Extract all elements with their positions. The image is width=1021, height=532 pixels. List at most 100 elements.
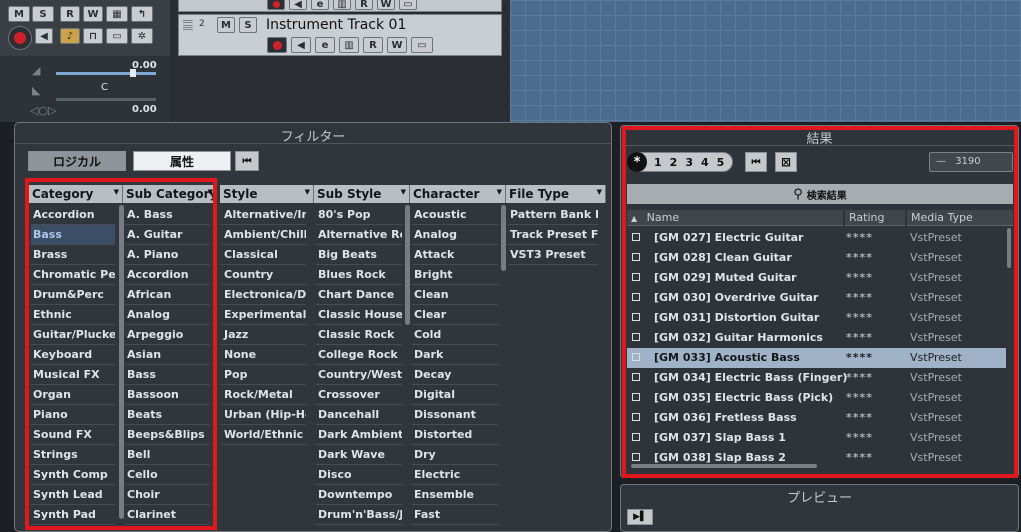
chevron-down-icon[interactable]: ▼ (597, 188, 602, 196)
list-item[interactable]: Ensemble (412, 485, 498, 505)
tab-logical[interactable]: ロジカル (28, 151, 126, 171)
list-item[interactable]: Dancehall (316, 405, 402, 425)
list-item[interactable]: Chart Dance (316, 285, 402, 305)
list-item[interactable]: Electronica/Dance (222, 285, 306, 305)
volume-slider[interactable] (56, 72, 156, 75)
list-item[interactable]: Pattern Bank File (508, 205, 598, 225)
read-button[interactable]: R (355, 0, 373, 10)
mute-button[interactable]: M (217, 17, 235, 33)
read-button[interactable]: R (363, 37, 383, 53)
list-item[interactable]: Crossover (316, 385, 402, 405)
write-button[interactable]: W (387, 37, 407, 53)
list-item[interactable]: None (222, 345, 306, 365)
list-item[interactable]: Dissonant (412, 405, 498, 425)
solo-button[interactable]: S (32, 6, 54, 22)
list-item[interactable]: Alternative Rock (316, 225, 402, 245)
mute-button[interactable]: M (8, 6, 30, 22)
list-item[interactable]: Clean (412, 285, 498, 305)
keys-icon[interactable]: ▥ (333, 0, 351, 10)
column-header[interactable]: Character (410, 185, 506, 203)
reset-filter-button[interactable]: ⏮ (235, 151, 259, 171)
list-item[interactable]: Blues Rock (316, 265, 402, 285)
list-item[interactable]: Urban (Hip-Hop / R (222, 405, 306, 425)
list-item[interactable]: Country/Western (316, 365, 402, 385)
solo-button[interactable]: S (239, 17, 257, 33)
list-item[interactable]: Jazz (222, 325, 306, 345)
track-name[interactable]: Instrument Track 01 (266, 17, 406, 33)
volume-icon: ◢ (32, 64, 41, 77)
column-header[interactable]: Style (220, 185, 314, 203)
list-item[interactable]: Acoustic (412, 205, 498, 225)
lock-icon[interactable]: ⊓ (83, 28, 103, 44)
volume-value: 0.00 (132, 60, 157, 71)
list-item[interactable]: Downtempo (316, 485, 402, 505)
speaker-icon[interactable]: ♪ (60, 28, 80, 44)
edit-icon[interactable]: ↰ (131, 6, 153, 22)
list-item[interactable]: Dark Ambient (316, 425, 402, 445)
arrange-grid[interactable] (510, 0, 1021, 122)
list-item[interactable]: Country (222, 265, 306, 285)
edit-icon[interactable]: e (311, 0, 329, 10)
list-item[interactable]: Alternative/Indie (222, 205, 306, 225)
list-item[interactable]: Fast (412, 505, 498, 525)
list-item[interactable]: Electric (412, 465, 498, 485)
list-item[interactable]: Track Preset File (508, 225, 598, 245)
list-item[interactable]: Dark Wave (316, 445, 402, 465)
grid-icon[interactable]: ▦ (106, 6, 128, 22)
gear-icon[interactable]: ✲ (131, 28, 153, 44)
column-header[interactable]: Sub Style (314, 185, 410, 203)
record-button[interactable] (267, 37, 287, 53)
track-number: 2 (199, 19, 205, 29)
list-item[interactable]: Drum'n'Bass/Jun (316, 505, 402, 525)
chevron-down-icon[interactable]: ▼ (401, 188, 406, 196)
edit-button[interactable]: e (315, 37, 335, 53)
monitor-icon[interactable]: ◀ (289, 0, 307, 10)
list-item[interactable]: Disco (316, 465, 402, 485)
scrollbar[interactable] (501, 205, 506, 271)
read-button[interactable]: R (60, 6, 80, 22)
list-item[interactable]: VST3 Preset (508, 245, 598, 265)
list-item[interactable]: Dry (412, 445, 498, 465)
list-item[interactable]: Clear (412, 305, 498, 325)
list-item[interactable]: 80's Pop (316, 205, 402, 225)
list-item[interactable]: Dark (412, 345, 498, 365)
list-item[interactable]: Distorted (412, 425, 498, 445)
list-item[interactable]: Ambient/ChillOut (222, 225, 306, 245)
list-item[interactable]: Digital (412, 385, 498, 405)
monitor-icon[interactable]: ◀ (291, 37, 311, 53)
channel-controls: ◢ 0.00 ◣ C ◁○▷ 0.00 (0, 56, 170, 122)
list-item[interactable]: Analog (412, 225, 498, 245)
play-icon[interactable]: ▶▌ (627, 509, 653, 525)
scrollbar[interactable] (405, 205, 410, 325)
list-item[interactable]: Attack (412, 245, 498, 265)
list-item[interactable]: Classical (222, 245, 306, 265)
list-item[interactable]: Cold (412, 325, 498, 345)
list-item[interactable]: World/Ethnic (222, 425, 306, 445)
track-row[interactable]: 𝄚 2 M S Instrument Track 01 ◀ e ▥ R W ▭ (178, 14, 502, 56)
track-row[interactable]: ◀ e ▥ R W ▭ (178, 0, 502, 12)
record-button[interactable] (8, 26, 32, 50)
list-item[interactable]: Rock/Metal (222, 385, 306, 405)
lanes-icon[interactable]: ▭ (399, 0, 417, 10)
list-item[interactable]: Experimental (222, 305, 306, 325)
lanes-icon[interactable]: ▭ (411, 37, 433, 53)
write-button[interactable]: W (377, 0, 395, 10)
list-item[interactable]: Pop (222, 365, 306, 385)
chevron-down-icon[interactable]: ▼ (497, 188, 502, 196)
list-item[interactable]: Bright (412, 265, 498, 285)
list-item[interactable]: Classic Rock (316, 325, 402, 345)
list-item[interactable]: College Rock (316, 345, 402, 365)
lanes-icon[interactable]: ▭ (106, 28, 128, 44)
keys-icon[interactable]: ▥ (339, 37, 359, 53)
column-header[interactable]: File Type (506, 185, 606, 203)
list-item[interactable]: Classic House (316, 305, 402, 325)
pan-slider[interactable] (56, 98, 156, 101)
write-button[interactable]: W (83, 6, 103, 22)
list-item[interactable]: Big Beats (316, 245, 402, 265)
tab-attributes[interactable]: 属性 (133, 151, 231, 171)
record-button[interactable] (267, 0, 285, 10)
chevron-down-icon[interactable]: ▼ (305, 188, 310, 196)
inspector-panel: M S R W ▦ ↰ ◀ ♪ ⊓ ▭ ✲ ◢ 0.00 ◣ C ◁○▷ 0.0… (0, 0, 170, 122)
list-item[interactable]: Decay (412, 365, 498, 385)
monitor-icon[interactable]: ◀ (35, 28, 53, 44)
